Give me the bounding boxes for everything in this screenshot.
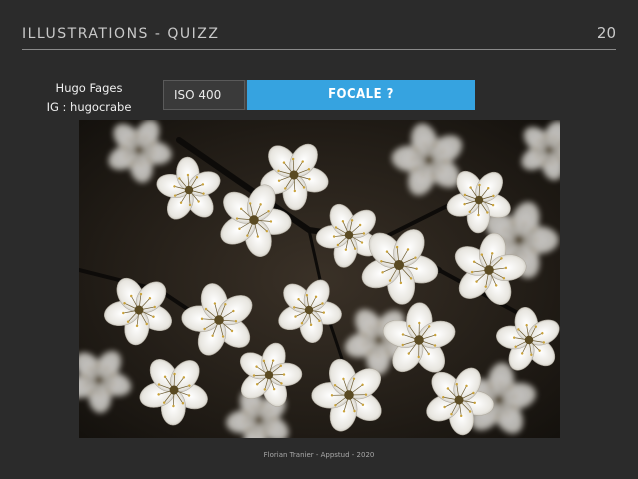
header-divider xyxy=(22,49,616,50)
photographer-name: Hugo Fages xyxy=(55,81,123,95)
camera-settings-bar: ISO 400 FOCALE ? xyxy=(163,80,475,110)
iso-label: ISO 400 xyxy=(163,80,245,110)
photographer-instagram: IG : hugocrabe xyxy=(46,100,132,114)
blossom-image xyxy=(79,120,560,438)
focal-question: FOCALE ? xyxy=(247,80,475,110)
slide-title: ILLUSTRATIONS - QUIZZ xyxy=(22,26,220,42)
photo-credit: Hugo Fages IG : hugocrabe xyxy=(24,79,154,117)
page-number: 20 xyxy=(596,24,616,42)
blossom-photo xyxy=(79,120,560,438)
footer-text: Florian Tranier - Appstud - 2020 xyxy=(263,451,375,459)
